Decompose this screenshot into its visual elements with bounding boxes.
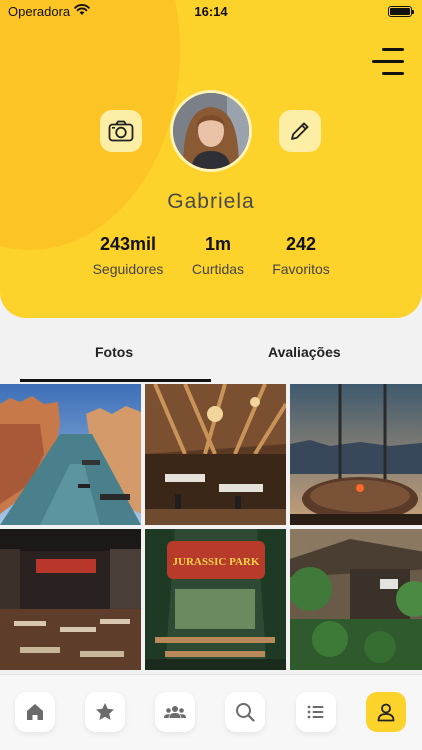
nav-search[interactable] [225, 692, 265, 732]
profile-header: Operadora 16:14 Gabriela 243mil Seguidor… [0, 0, 422, 318]
photo-restaurant-interior[interactable] [0, 529, 141, 670]
pencil-icon [291, 122, 309, 140]
photo-wooden-restaurant[interactable] [145, 384, 286, 525]
stat-value: 242 [285, 234, 317, 254]
camera-button[interactable] [100, 110, 142, 152]
profile-name: Gabriela [167, 190, 255, 213]
tab-reviews[interactable]: Avaliações [268, 344, 341, 360]
menu-icon [382, 48, 404, 51]
group-icon [164, 706, 186, 718]
profile-tabs: Fotos Avaliações [0, 318, 422, 384]
list-icon [307, 705, 324, 719]
photo-venice-canal[interactable] [0, 384, 141, 525]
star-icon [96, 703, 114, 720]
photo-garden-terrace[interactable] [290, 529, 422, 670]
profile-icon [377, 703, 395, 722]
stat-label: Favoritos [272, 261, 330, 277]
nav-community[interactable] [155, 692, 195, 732]
nav-profile[interactable] [366, 692, 406, 732]
photo-rooftop-dining[interactable] [290, 384, 422, 525]
stat-favorites[interactable]: 242 Favoritos [246, 234, 356, 277]
battery-icon [388, 6, 414, 17]
status-bar: Operadora 16:14 [0, 0, 422, 24]
edit-profile-button[interactable] [279, 110, 321, 152]
avatar-image [173, 93, 249, 169]
nav-list[interactable] [296, 692, 336, 732]
search-icon [236, 703, 255, 722]
avatar[interactable] [170, 90, 252, 172]
nav-favorites[interactable] [85, 692, 125, 732]
jurassic-park-sign: JURASSIC PARK [173, 556, 260, 568]
tab-photos[interactable]: Fotos [95, 344, 133, 360]
nav-home[interactable] [15, 692, 55, 732]
home-icon [27, 704, 43, 720]
menu-button[interactable] [370, 46, 404, 78]
active-tab-indicator [20, 379, 211, 382]
camera-icon [108, 120, 134, 142]
photo-jurassic-park-restaurant[interactable]: JURASSIC PARK [145, 529, 286, 670]
clock: 16:14 [194, 4, 228, 19]
bottom-navigation [0, 674, 422, 750]
